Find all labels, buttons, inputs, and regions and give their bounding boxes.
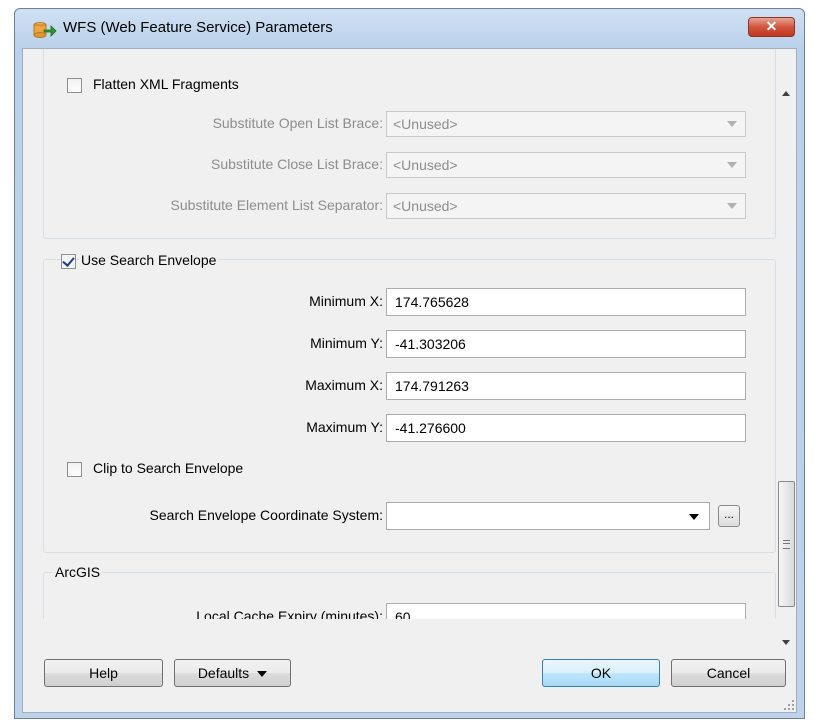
element-separator-value: <Unused>	[393, 198, 458, 214]
chevron-down-icon	[727, 162, 737, 168]
parameters-scroll-area: Flatten XML Fragments Substitute Open Li…	[23, 49, 776, 619]
chevron-down-icon	[727, 203, 737, 209]
flatten-xml-label: Flatten XML Fragments	[93, 76, 239, 92]
cache-expiry-field[interactable]: 60	[386, 603, 746, 619]
scroll-down-icon[interactable]	[782, 640, 790, 645]
close-icon: ✕	[765, 18, 778, 34]
minimum-x-value: 174.765628	[395, 294, 469, 310]
clip-envelope-label: Clip to Search Envelope	[93, 460, 244, 476]
minimum-y-field[interactable]: -41.303206	[386, 330, 746, 358]
window-title: WFS (Web Feature Service) Parameters	[63, 19, 333, 36]
scroll-up-icon[interactable]	[782, 91, 790, 96]
flatten-xml-checkbox[interactable]	[67, 78, 82, 93]
help-button-label: Help	[89, 665, 118, 681]
maximum-y-field[interactable]: -41.276600	[386, 414, 746, 442]
minimum-y-value: -41.303206	[395, 336, 466, 352]
dropdown-arrow-icon	[257, 671, 268, 678]
use-search-envelope-checkbox[interactable]	[61, 254, 76, 269]
grip-icon	[783, 540, 790, 549]
maximum-y-label: Maximum Y:	[306, 419, 383, 435]
cache-expiry-label: Local Cache Expiry (minutes):	[196, 608, 383, 619]
minimum-x-field[interactable]: 174.765628	[386, 288, 746, 316]
maximum-y-value: -41.276600	[395, 420, 466, 436]
vertical-scrollbar[interactable]	[778, 77, 795, 645]
element-separator-label: Substitute Element List Separator:	[170, 197, 383, 213]
scrollbar-thumb[interactable]	[778, 481, 795, 607]
element-separator-combo[interactable]: <Unused>	[386, 193, 746, 219]
open-brace-label: Substitute Open List Brace:	[212, 115, 383, 131]
cancel-button-label: Cancel	[706, 665, 751, 681]
close-brace-label: Substitute Close List Brace:	[211, 156, 383, 172]
ok-button-label: OK	[590, 665, 612, 681]
defaults-button[interactable]: Defaults	[174, 659, 291, 687]
resize-grip-icon[interactable]	[784, 700, 794, 710]
arcgis-group-title: ArcGIS	[53, 564, 103, 580]
fme-reader-icon	[33, 21, 57, 39]
ok-button[interactable]: OK	[542, 659, 660, 687]
close-brace-combo[interactable]: <Unused>	[386, 152, 746, 178]
help-button[interactable]: Help	[44, 659, 163, 687]
close-brace-value: <Unused>	[393, 157, 458, 173]
cancel-button[interactable]: Cancel	[671, 659, 786, 687]
use-search-envelope-label: Use Search Envelope	[79, 252, 219, 268]
coord-system-browse-button[interactable]: ...	[718, 505, 740, 527]
defaults-button-label: Defaults	[197, 665, 250, 681]
maximum-x-field[interactable]: 174.791263	[386, 372, 746, 400]
cache-expiry-value: 60	[395, 609, 411, 619]
open-brace-combo[interactable]: <Unused>	[386, 111, 746, 137]
minimum-x-label: Minimum X:	[309, 293, 383, 309]
chevron-down-icon	[727, 121, 737, 127]
ellipsis-icon: ...	[723, 507, 734, 521]
dialog-body: Flatten XML Fragments Substitute Open Li…	[22, 48, 797, 713]
chevron-down-icon	[689, 514, 699, 520]
maximum-x-label: Maximum X:	[305, 377, 383, 393]
dialog-window: WFS (Web Feature Service) Parameters ✕ F…	[14, 8, 805, 719]
minimum-y-label: Minimum Y:	[310, 335, 383, 351]
coord-system-select[interactable]	[386, 502, 710, 530]
title-bar: WFS (Web Feature Service) Parameters ✕	[15, 9, 804, 49]
clip-envelope-checkbox[interactable]	[67, 462, 82, 477]
open-brace-value: <Unused>	[393, 116, 458, 132]
coord-system-label: Search Envelope Coordinate System:	[149, 507, 383, 523]
close-button[interactable]: ✕	[748, 17, 795, 37]
maximum-x-value: 174.791263	[395, 378, 469, 394]
